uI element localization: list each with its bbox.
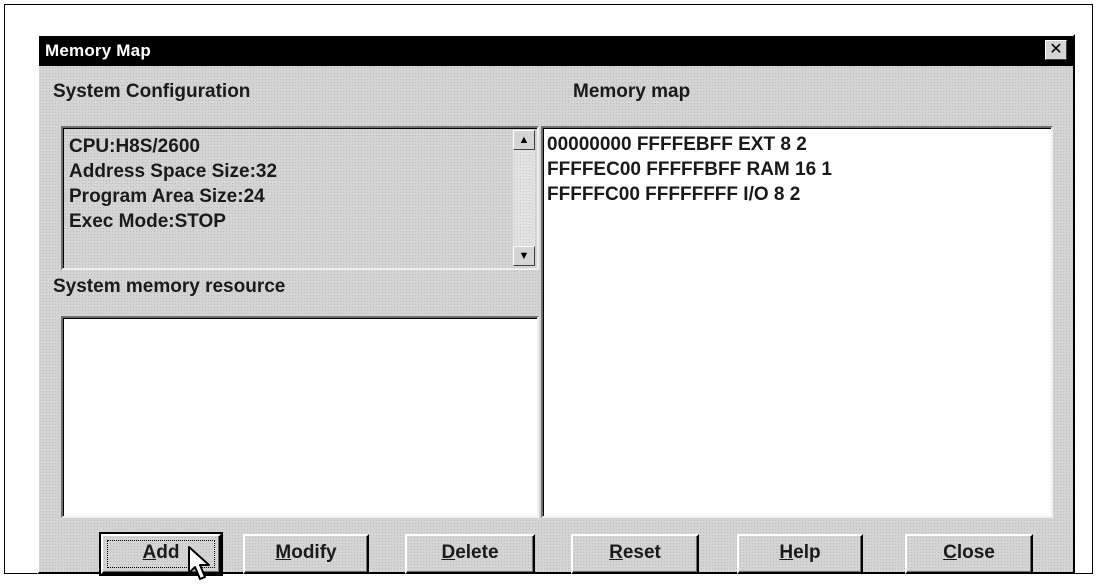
memory-map-dialog: Memory Map ✕ System Configuration Memory… xyxy=(37,34,1075,580)
system-configuration-lines: CPU:H8S/2600 Address Space Size:32 Progr… xyxy=(69,134,277,234)
modify-button[interactable]: Modify xyxy=(243,534,369,574)
scroll-down-icon: ▼ xyxy=(518,250,530,262)
system-configuration-label: System Configuration xyxy=(53,81,251,102)
close-button-label: lose xyxy=(956,542,995,563)
reset-button[interactable]: Reset xyxy=(571,534,699,574)
scroll-up-icon: ▲ xyxy=(518,134,530,146)
help-button-label: elp xyxy=(793,542,821,563)
reset-button-mnemonic: R xyxy=(609,542,623,563)
config-line: Exec Mode:STOP xyxy=(69,211,226,232)
memory-map-label: Memory map xyxy=(573,81,691,102)
scroll-down-button[interactable]: ▼ xyxy=(513,246,535,266)
modify-button-mnemonic: M xyxy=(275,542,292,563)
config-line: CPU:H8S/2600 xyxy=(69,136,200,157)
system-configuration-list[interactable]: CPU:H8S/2600 Address Space Size:32 Progr… xyxy=(61,126,539,270)
reset-button-label: eset xyxy=(622,542,661,563)
memory-map-entry[interactable]: 00000000 FFFFEBFF EXT 8 2 xyxy=(547,132,832,157)
system-memory-resource-label: System memory resource xyxy=(53,276,286,297)
window-title: Memory Map xyxy=(45,41,151,60)
memory-map-list[interactable]: 00000000 FFFFEBFF EXT 8 2 FFFFEC00 FFFFF… xyxy=(541,126,1053,518)
scroll-up-button[interactable]: ▲ xyxy=(513,130,535,150)
system-memory-resource-list[interactable] xyxy=(61,316,539,518)
modify-button-label: odify xyxy=(291,542,337,563)
memory-map-entries: 00000000 FFFFEBFF EXT 8 2 FFFFEC00 FFFFF… xyxy=(547,132,832,207)
help-button-mnemonic: H xyxy=(779,542,794,563)
close-button-mnemonic: C xyxy=(943,542,957,563)
config-line: Address Space Size:32 xyxy=(69,161,278,182)
close-icon: ✕ xyxy=(1049,41,1063,58)
delete-button-label: elete xyxy=(455,542,499,563)
vertical-scrollbar[interactable]: ▲ ▼ xyxy=(513,130,535,266)
delete-button[interactable]: Delete xyxy=(405,534,535,574)
delete-button-mnemonic: D xyxy=(441,542,456,563)
close-button[interactable]: Close xyxy=(905,534,1033,574)
arrow-cursor-icon xyxy=(188,546,210,580)
close-window-button[interactable]: ✕ xyxy=(1045,40,1067,60)
screenshot-frame: Memory Map ✕ System Configuration Memory… xyxy=(4,4,1093,580)
help-button[interactable]: Help xyxy=(737,534,863,574)
title-bar: Memory Map ✕ xyxy=(39,36,1073,66)
memory-map-entry[interactable]: FFFFFC00 FFFFFFFF I/O 8 2 xyxy=(547,182,832,207)
memory-map-entry[interactable]: FFFFEC00 FFFFFBFF RAM 16 1 xyxy=(547,157,832,182)
config-line: Program Area Size:24 xyxy=(69,186,265,207)
